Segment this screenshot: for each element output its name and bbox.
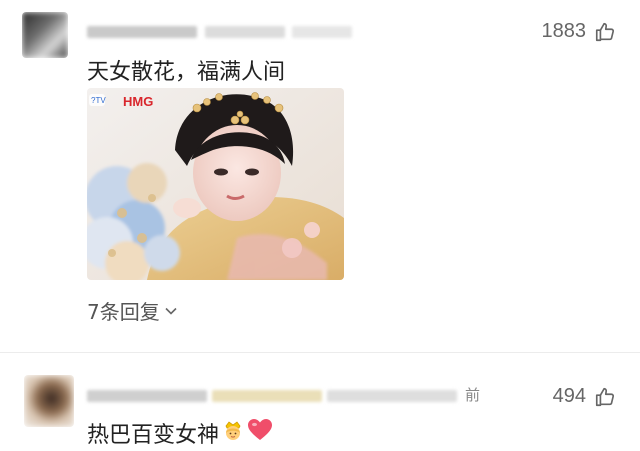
avatar[interactable] (24, 375, 74, 427)
comment-item: 前 494 热巴百变女神 (0, 353, 640, 451)
comment-text-line: 热巴百变女神 (87, 417, 273, 449)
like-count: 494 (552, 385, 586, 407)
username-blurred[interactable] (87, 20, 387, 42)
avatar[interactable] (22, 12, 68, 58)
thumbs-up-icon[interactable] (594, 21, 616, 43)
hmg-logo: HMG (123, 94, 153, 109)
heart-emoji (247, 418, 273, 448)
comment-text: 天女散花，福满人间 (87, 60, 286, 85)
comment-item: 1883 天女散花，福满人间 ?TV HMG 7条回复 (0, 0, 640, 352)
thumbs-up-icon[interactable] (594, 386, 616, 408)
comment-text: 热巴百变女神 (87, 423, 220, 448)
replies-label: 7条回复 (87, 300, 160, 324)
username-blurred[interactable]: 前 (87, 384, 487, 406)
like-count: 1883 (541, 20, 587, 42)
crown-princess-emoji (221, 418, 245, 448)
timestamp-suffix: 前 (465, 386, 481, 404)
chevron-down-icon (164, 299, 178, 323)
comment-image[interactable]: ?TV HMG (87, 88, 344, 280)
tv-tag: ?TV (91, 96, 106, 105)
like-control[interactable]: 1883 (542, 20, 617, 43)
like-control[interactable]: 494 (553, 385, 616, 408)
view-replies-button[interactable]: 7条回复 (87, 296, 178, 325)
